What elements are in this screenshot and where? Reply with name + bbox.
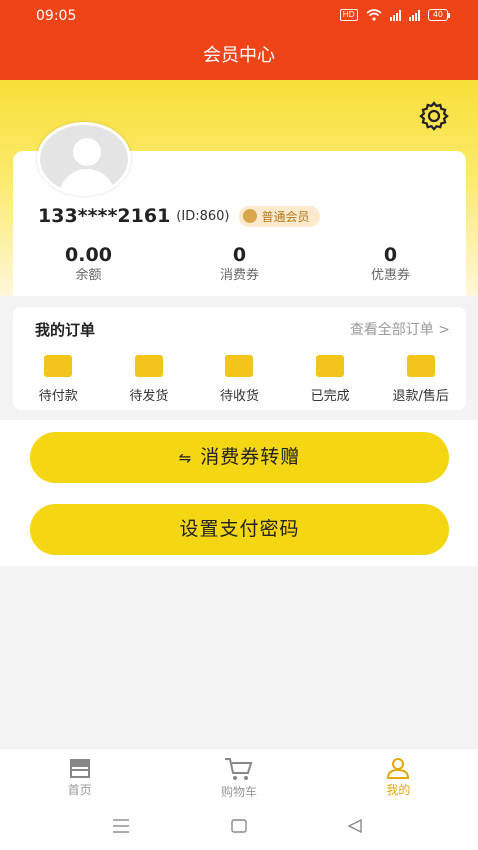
stat-label: 优惠券 — [370, 268, 410, 283]
order-status-label: 已完成 — [310, 389, 350, 404]
stat-value: 0.00 — [65, 244, 112, 266]
settings-gear-icon[interactable] — [418, 100, 450, 132]
package-icon — [134, 355, 163, 377]
signal-icon — [389, 9, 401, 21]
refund-icon — [406, 355, 435, 377]
page-title: 会员中心 — [203, 45, 275, 66]
system-navigation-bar — [0, 804, 478, 850]
set-password-label: 设置支付密码 — [179, 518, 300, 540]
stat-label: 消费券 — [219, 268, 259, 283]
orders-title: 我的订单 — [35, 321, 96, 339]
order-status-list: 待付款 待发货 待收货 已完成 退款/售后 — [13, 355, 466, 404]
status-time: 09:05 — [36, 8, 77, 24]
user-id: (ID:860) — [176, 208, 230, 224]
tab-profile[interactable]: 我的 — [319, 749, 478, 804]
tab-label: 购物车 — [220, 785, 257, 799]
menu-icon[interactable] — [112, 818, 130, 834]
stat-vouchers[interactable]: 0 消费券 — [164, 243, 315, 285]
user-info-row: 133****2161 (ID:860) 普通会员 — [38, 205, 320, 227]
avatar[interactable] — [37, 122, 131, 196]
order-status-label: 退款/售后 — [392, 389, 449, 404]
wallet-icon — [44, 355, 73, 377]
hd-indicator: HD — [339, 9, 358, 21]
home-square-icon[interactable] — [230, 818, 248, 834]
signal-icon-2 — [408, 9, 420, 21]
page-title-bar: 会员中心 — [0, 34, 478, 80]
stat-value: 0 — [232, 244, 247, 266]
tab-label: 首页 — [67, 783, 92, 797]
member-badge-icon — [243, 209, 258, 223]
tab-label: 我的 — [386, 783, 411, 797]
stat-label: 余额 — [75, 268, 102, 283]
my-orders-card: 我的订单 查看全部订单 > 待付款 待发货 待收货 已完成 退款/售后 — [13, 307, 466, 410]
status-bar: 09:05 HD 40 — [0, 0, 478, 34]
voucher-transfer-label: 消费券转赠 — [200, 446, 301, 468]
wifi-icon — [366, 9, 382, 21]
voucher-transfer-button[interactable]: ⇋ 消费券转赠 — [30, 432, 449, 483]
transfer-icon: ⇋ — [178, 449, 193, 467]
system-indicators: HD 40 — [339, 9, 451, 21]
battery-icon: 40 — [427, 9, 451, 21]
clipboard-check-icon — [316, 355, 345, 377]
order-refund[interactable]: 退款/售后 — [375, 355, 466, 404]
stat-value: 0 — [383, 244, 398, 266]
truck-icon — [225, 355, 254, 377]
stat-balance[interactable]: 0.00 余额 — [13, 243, 164, 285]
order-status-label: 待收货 — [219, 389, 259, 404]
order-pending-receipt[interactable]: 待收货 — [194, 355, 285, 404]
order-status-label: 待付款 — [38, 389, 78, 404]
member-level-badge: 普通会员 — [239, 205, 320, 227]
order-pending-shipment[interactable]: 待发货 — [104, 355, 195, 404]
order-status-label: 待发货 — [129, 389, 169, 404]
order-completed[interactable]: 已完成 — [285, 355, 376, 404]
stat-coupons[interactable]: 0 优惠券 — [315, 243, 466, 285]
action-area: ⇋ 消费券转赠 设置支付密码 — [0, 420, 478, 566]
back-triangle-icon[interactable] — [346, 818, 364, 834]
set-payment-password-button[interactable]: 设置支付密码 — [30, 504, 449, 555]
user-icon — [387, 758, 410, 779]
member-level-label: 普通会员 — [261, 209, 310, 224]
order-pending-payment[interactable]: 待付款 — [13, 355, 104, 404]
cart-icon — [224, 758, 253, 780]
user-phone: 133****2161 — [38, 205, 171, 227]
default-avatar-icon — [37, 122, 131, 196]
tab-cart[interactable]: 购物车 — [159, 749, 318, 804]
view-all-orders-link[interactable]: 查看全部订单 > — [350, 319, 450, 339]
tab-home[interactable]: 首页 — [0, 749, 159, 804]
account-stats: 0.00 余额 0 消费券 0 优惠券 — [13, 243, 466, 285]
store-icon — [69, 759, 90, 778]
bottom-tab-bar: 首页 购物车 我的 — [0, 748, 478, 804]
